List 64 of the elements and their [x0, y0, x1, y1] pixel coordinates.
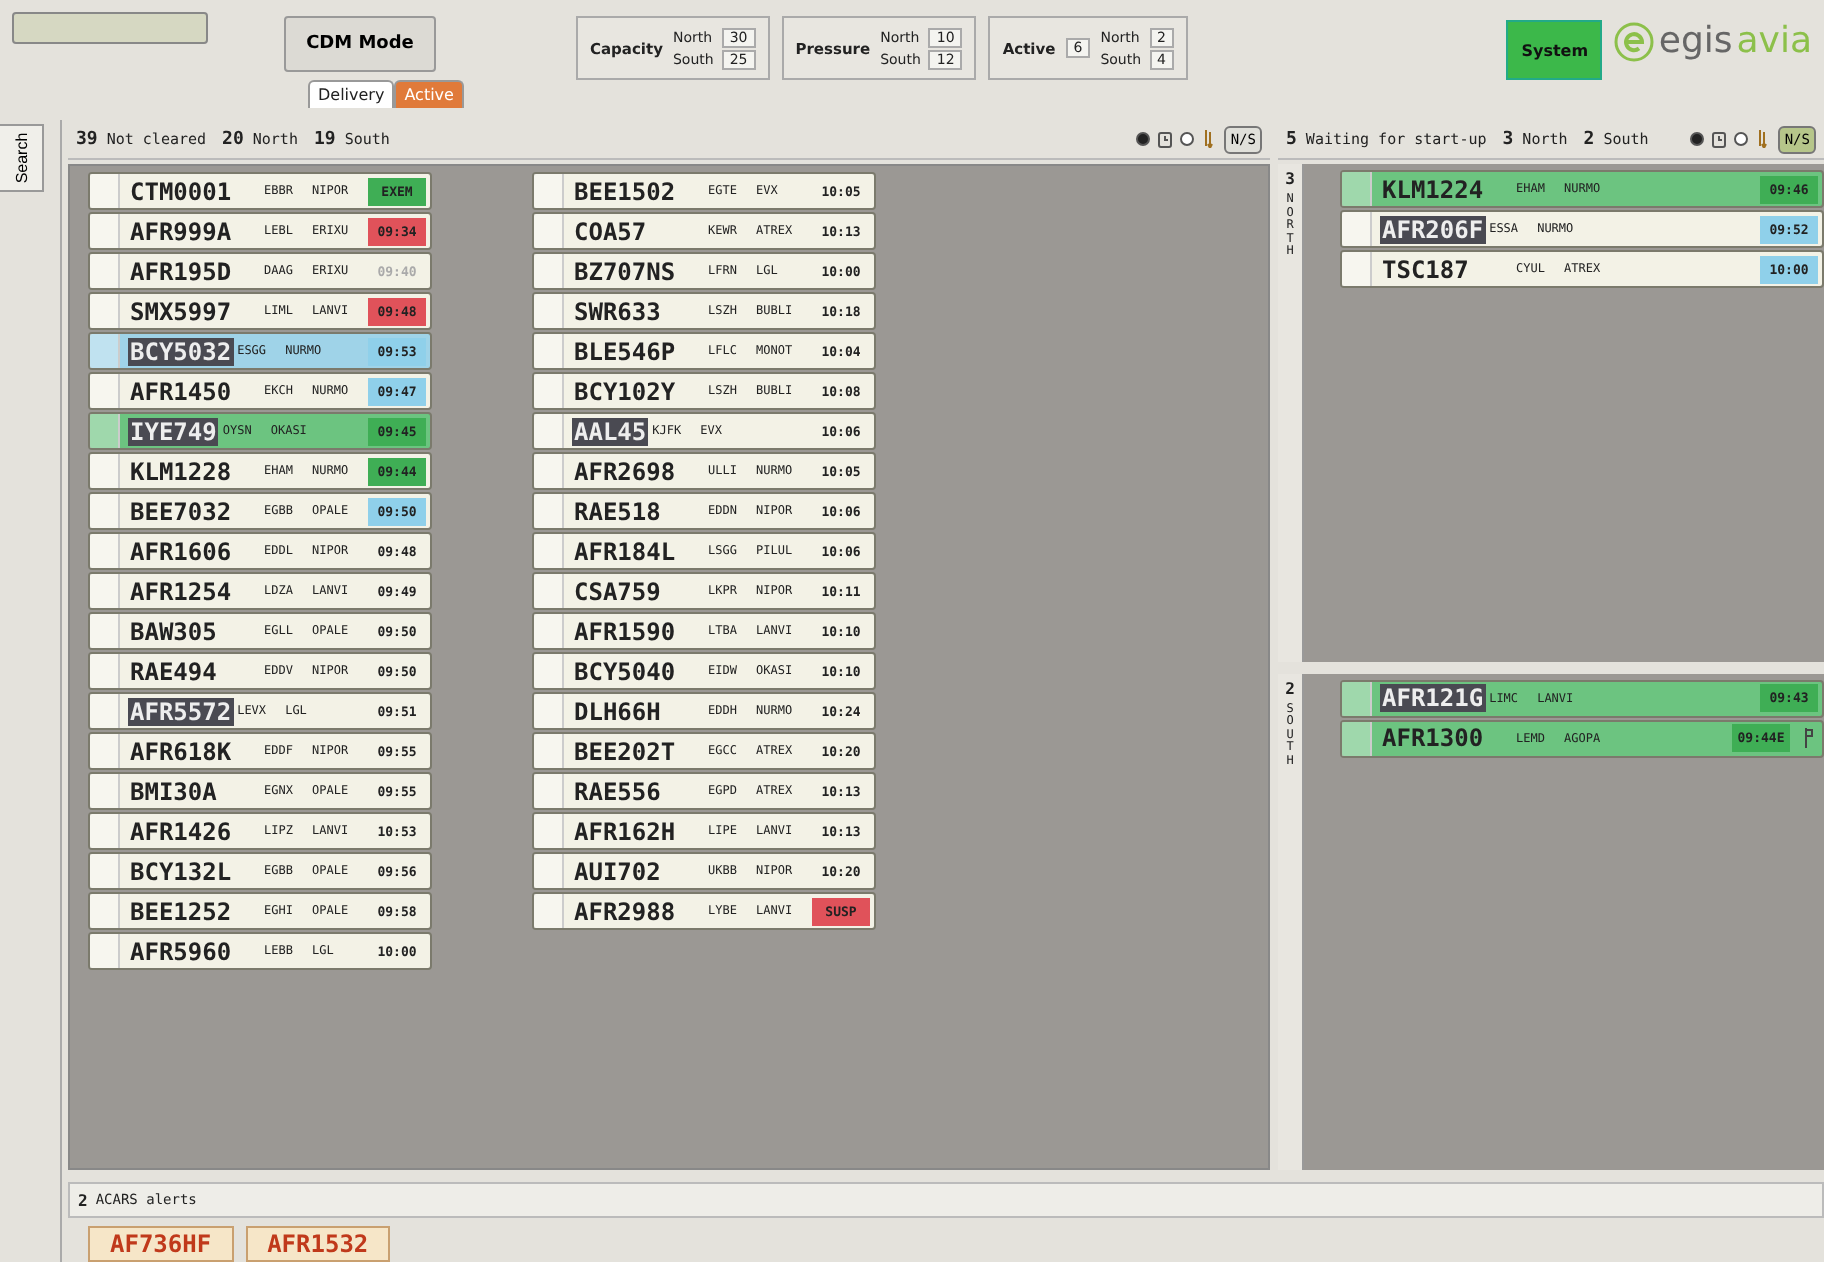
search-tab[interactable]: Search — [0, 124, 44, 192]
callsign: AFR162H — [572, 817, 678, 845]
callsign: AFR618K — [128, 737, 234, 765]
mode-button[interactable]: CDM Mode — [284, 16, 436, 72]
radio-button[interactable] — [1180, 132, 1195, 146]
system-button[interactable]: System — [1506, 20, 1603, 80]
callsign: RAE556 — [572, 777, 663, 805]
callsign: BEE7032 — [128, 497, 234, 525]
callsign: AFR2698 — [572, 457, 678, 485]
callsign: BMI30A — [128, 777, 219, 805]
callsign: CSA759 — [572, 577, 663, 605]
callsign: AUI702 — [572, 857, 663, 885]
callsign: AFR195D — [128, 257, 234, 285]
callsign: BZ707NS — [572, 257, 678, 285]
callsign: AFR1450 — [128, 377, 234, 405]
callsign: BCY132L — [128, 857, 234, 885]
clock-icon — [1158, 131, 1173, 147]
sort-icon — [1202, 130, 1217, 148]
callsign: IYE749 — [128, 417, 219, 445]
alert-strip[interactable]: AF736HF — [88, 1226, 234, 1262]
callsign: KLM1224 — [1380, 175, 1486, 203]
callsign: AFR184L — [572, 537, 678, 565]
section-count: 3 — [1285, 170, 1295, 188]
section-count: 2 — [1285, 679, 1295, 698]
alert-strip[interactable]: AFR1532 — [245, 1226, 391, 1262]
callsign: AAL45 — [572, 417, 649, 445]
callsign: AFR5572 — [128, 697, 234, 725]
clock-icon — [1712, 131, 1727, 147]
callsign: KLM1228 — [128, 457, 234, 485]
callsign: SMX5997 — [128, 297, 234, 325]
search-field[interactable] — [12, 12, 208, 44]
callsign: AFR999A — [128, 217, 234, 245]
callsign: BLE546P — [572, 337, 678, 365]
callsign: BEE1252 — [128, 897, 234, 925]
callsign: COA57 — [572, 217, 649, 245]
callsign: BAW305 — [128, 617, 219, 645]
radio-button[interactable] — [1734, 132, 1749, 146]
callsign: DLH66H — [572, 697, 663, 725]
callsign: AFR1606 — [128, 537, 234, 565]
callsign: BEE1502 — [572, 177, 678, 205]
callsign: RAE494 — [128, 657, 219, 685]
logo-text: avia — [1736, 20, 1812, 62]
callsign: BEE202T — [572, 737, 678, 765]
sort-icon — [1756, 130, 1771, 148]
logo-text: egis — [1658, 20, 1733, 62]
callsign: AFR1254 — [128, 577, 234, 605]
callsign: AFR2988 — [572, 897, 678, 925]
callsign: CTM0001 — [128, 177, 234, 205]
callsign: RAE518 — [572, 497, 663, 525]
callsign: AFR121G — [1380, 684, 1486, 713]
callsign: AFR1426 — [128, 817, 234, 845]
callsign: AFR1300 — [1380, 724, 1486, 753]
radio-button[interactable] — [1136, 132, 1151, 146]
radio-button[interactable] — [1690, 132, 1705, 146]
callsign: BCY102Y — [572, 377, 678, 405]
callsign: AFR1590 — [572, 617, 678, 645]
callsign: TSC187 — [1380, 255, 1471, 283]
callsign: AFR206F — [1380, 215, 1486, 243]
callsign: SWR633 — [572, 297, 663, 325]
callsign: AFR5960 — [128, 937, 234, 965]
tab[interactable]: Delivery — [308, 80, 395, 108]
callsign: BCY5040 — [572, 657, 678, 685]
callsign: BCY5032 — [128, 337, 234, 365]
logo-icon — [1614, 21, 1655, 61]
